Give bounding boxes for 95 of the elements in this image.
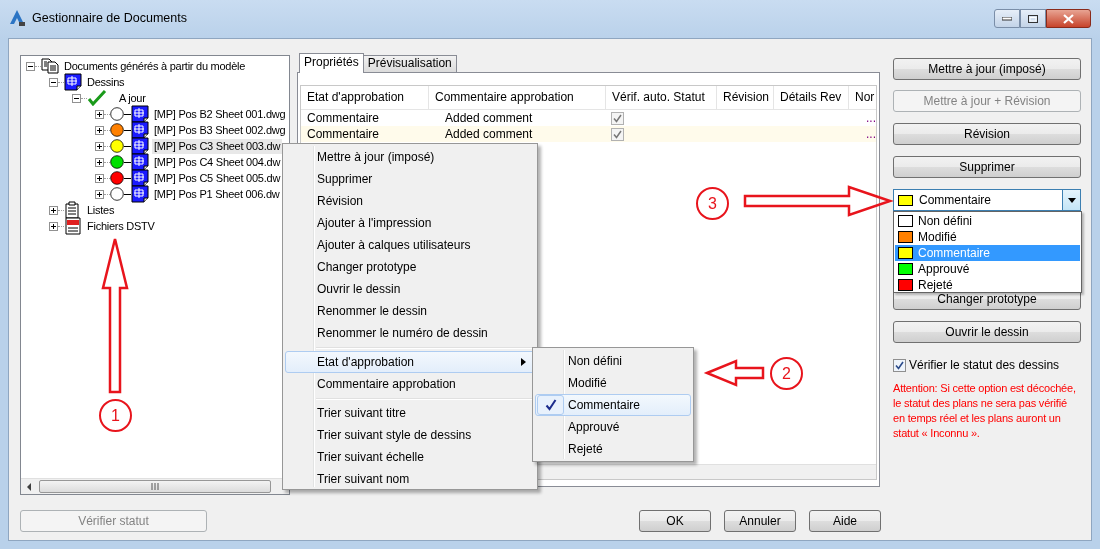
dialog-button[interactable]: OK xyxy=(639,510,711,532)
warning-text: Attention: Si cette option est décochée, le statut des plans ne sera pas vérifié en temps réel et les plans auront un statut « Inconnu ». xyxy=(893,381,1077,441)
callout-number: 2 xyxy=(770,357,803,390)
dropdown-option[interactable]: Approuvé xyxy=(895,261,1080,277)
menu-item[interactable]: Ajouter à l'impression xyxy=(285,212,535,234)
side-button[interactable]: Mettre à jour (imposé) xyxy=(893,58,1081,80)
table-cell: Added comment xyxy=(445,110,533,126)
menu-item[interactable]: Changer prototype xyxy=(285,256,535,278)
column-header[interactable]: Vérif. auto. Statut xyxy=(606,86,717,109)
dropdown-option[interactable]: Non défini xyxy=(895,213,1080,229)
menu-item[interactable]: Approuvé xyxy=(535,416,691,438)
menu-item[interactable]: Trier suivant échelle xyxy=(285,446,535,468)
arrow-icon xyxy=(744,185,892,217)
side-button[interactable]: Révision xyxy=(893,123,1081,145)
tree-item[interactable]: A jour xyxy=(117,90,148,106)
expand-icon[interactable] xyxy=(49,205,58,215)
menu-item[interactable]: Supprimer xyxy=(285,168,535,190)
checkbox[interactable] xyxy=(611,111,624,125)
column-header[interactable]: Commentaire approbation xyxy=(429,86,606,109)
arrow-icon xyxy=(706,359,764,387)
tree-item[interactable]: Documents générés à partir du modèle xyxy=(62,58,248,74)
table-cell: Commentaire xyxy=(307,126,380,142)
dialog-button[interactable]: Aide xyxy=(809,510,881,532)
tree-item[interactable]: [MP] Pos C3 Sheet 003.dw xyxy=(152,138,283,154)
collapse-icon[interactable] xyxy=(26,61,35,71)
expand-icon[interactable] xyxy=(95,173,104,183)
expand-icon[interactable] xyxy=(49,221,58,231)
callout-number: 3 xyxy=(696,187,729,220)
tab[interactable]: Prévisualisation xyxy=(362,55,457,72)
close-icon xyxy=(1063,13,1074,24)
tree-item[interactable]: [MP] Pos B3 Sheet 002.dwg xyxy=(152,122,288,138)
collapse-icon[interactable] xyxy=(49,77,58,87)
menu-item[interactable]: Commentaire approbation xyxy=(285,373,535,395)
tree-item[interactable]: [MP] Pos P1 Sheet 006.dw xyxy=(152,186,282,202)
menu-item[interactable]: Mettre à jour (imposé) xyxy=(285,146,535,168)
arrow-icon xyxy=(99,238,131,394)
tree-item[interactable]: Listes xyxy=(85,202,117,218)
tree-item[interactable]: [MP] Pos B2 Sheet 001.dwg xyxy=(152,106,288,122)
tree-item[interactable]: Fichiers DSTV xyxy=(85,218,157,234)
table-cell: Commentaire xyxy=(307,110,380,126)
expand-icon[interactable] xyxy=(95,189,104,199)
menu-item[interactable]: Non défini xyxy=(535,350,691,372)
tree-item[interactable]: [MP] Pos C5 Sheet 005.dw xyxy=(152,170,283,186)
menu-item[interactable]: Renommer le numéro de dessin xyxy=(285,322,535,344)
menu-item[interactable]: Ouvrir le dessin xyxy=(285,278,535,300)
table-cell: Added comment xyxy=(445,126,533,142)
dropdown-arrow-icon xyxy=(1067,197,1076,203)
expand-icon[interactable] xyxy=(95,157,104,167)
expand-icon[interactable] xyxy=(95,141,104,151)
app-icon xyxy=(8,9,26,27)
column-header[interactable]: Nor xyxy=(849,86,876,109)
minimize-icon xyxy=(1002,16,1012,21)
checkbox[interactable] xyxy=(611,127,624,141)
callout-number: 1 xyxy=(99,399,132,432)
clipboard-icon xyxy=(64,201,82,219)
tab[interactable]: Propriétés xyxy=(299,53,364,73)
menu-item[interactable]: Commentaire xyxy=(535,394,691,416)
file-icon xyxy=(64,217,82,235)
documents-icon xyxy=(41,58,59,74)
column-header[interactable]: Détails Rev xyxy=(774,86,849,109)
expand-icon[interactable] xyxy=(95,125,104,135)
checkmark-icon xyxy=(87,90,107,106)
side-button[interactable]: Ouvrir le dessin xyxy=(893,321,1081,343)
menu-item[interactable]: Etat d'approbation xyxy=(285,351,535,373)
checkbox[interactable] xyxy=(893,358,906,372)
side-button[interactable]: Supprimer xyxy=(893,156,1081,178)
collapse-icon[interactable] xyxy=(72,93,81,103)
menu-item[interactable]: Révision xyxy=(285,190,535,212)
status-dropdown[interactable]: Commentaire xyxy=(893,189,1081,211)
menu-item[interactable]: Renommer le dessin xyxy=(285,300,535,322)
tree-item[interactable]: Dessins xyxy=(85,74,127,90)
close-button[interactable] xyxy=(1046,9,1091,28)
expand-icon[interactable] xyxy=(95,109,104,119)
menu-item[interactable]: Trier suivant nom xyxy=(285,468,535,490)
submenu-arrow-icon xyxy=(521,358,526,366)
arrow-left-icon[interactable] xyxy=(27,482,32,491)
menu-item[interactable]: Rejeté xyxy=(535,438,691,460)
window-title: Gestionnaire de Documents xyxy=(32,10,187,27)
checkbox-label: Vérifier le statut des dessins xyxy=(909,358,1060,372)
menu-item[interactable]: Ajouter à calques utilisateurs xyxy=(285,234,535,256)
horizontal-scrollbar[interactable] xyxy=(21,478,289,494)
menu-item[interactable]: Modifié xyxy=(535,372,691,394)
menu-item[interactable]: Trier suivant titre xyxy=(285,402,535,424)
table-cell: ... xyxy=(866,110,876,126)
column-header[interactable]: Etat d'approbation xyxy=(301,86,429,109)
maximize-button[interactable] xyxy=(1020,9,1046,28)
tree-item[interactable]: [MP] Pos C4 Sheet 004.dw xyxy=(152,154,283,170)
table-cell: ... xyxy=(866,126,876,142)
menu-item[interactable]: Trier suivant style de dessins xyxy=(285,424,535,446)
blueprint-icon xyxy=(64,73,82,91)
grip-icon xyxy=(151,483,159,490)
maximize-icon xyxy=(1028,14,1038,23)
column-header[interactable]: Révision xyxy=(717,86,774,109)
dialog-button[interactable]: Annuler xyxy=(724,510,796,532)
dropdown-option[interactable]: Modifié xyxy=(895,229,1080,245)
